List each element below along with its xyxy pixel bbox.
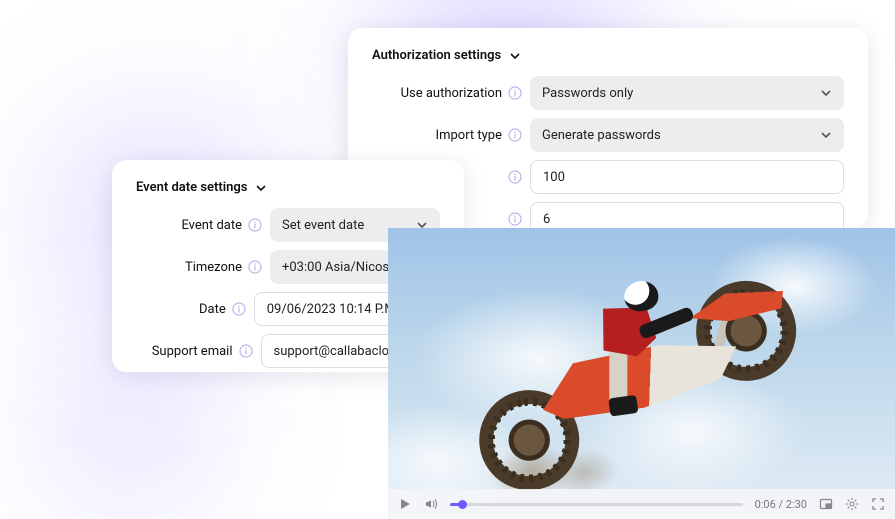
auth-field-b-value[interactable] xyxy=(543,212,831,227)
settings-icon[interactable] xyxy=(845,497,859,511)
event-date-settings-header[interactable]: Event date settings xyxy=(136,180,440,195)
info-icon xyxy=(508,170,522,184)
video-progress-bar[interactable] xyxy=(450,503,743,506)
info-icon xyxy=(239,344,253,358)
authorization-settings-header[interactable]: Authorization settings xyxy=(372,48,844,63)
authorization-settings-title: Authorization settings xyxy=(372,48,501,63)
support-email-label: Support email xyxy=(136,344,253,359)
use-authorization-label: Use authorization xyxy=(372,86,522,101)
info-icon xyxy=(508,128,522,142)
date-label: Date xyxy=(136,302,246,317)
info-icon xyxy=(508,86,522,100)
video-controls-bar: 0:06 / 2:30 xyxy=(388,489,895,519)
import-type-select[interactable]: Generate passwords xyxy=(530,118,844,152)
event-date-label: Event date xyxy=(136,218,262,233)
auth-field-a-input[interactable] xyxy=(530,160,844,194)
use-authorization-select[interactable]: Passwords only xyxy=(530,76,844,110)
picture-in-picture-icon[interactable] xyxy=(819,497,833,511)
chevron-down-icon xyxy=(820,87,832,99)
chevron-down-icon xyxy=(255,182,267,194)
info-icon xyxy=(508,212,522,226)
info-icon xyxy=(248,260,262,274)
chevron-down-icon xyxy=(509,50,521,62)
chevron-down-icon xyxy=(820,129,832,141)
video-time-display: 0:06 / 2:30 xyxy=(755,498,807,511)
fullscreen-icon[interactable] xyxy=(871,497,885,511)
import-type-label: Import type xyxy=(372,128,522,143)
info-icon xyxy=(248,218,262,232)
volume-icon[interactable] xyxy=(424,497,438,511)
auth-field-a-value[interactable] xyxy=(543,170,831,185)
play-icon[interactable] xyxy=(398,497,412,511)
event-date-settings-title: Event date settings xyxy=(136,180,247,195)
timezone-label: Timezone xyxy=(136,260,262,275)
video-player[interactable] xyxy=(388,228,895,519)
video-progress-handle[interactable] xyxy=(458,500,467,509)
info-icon xyxy=(232,302,246,316)
